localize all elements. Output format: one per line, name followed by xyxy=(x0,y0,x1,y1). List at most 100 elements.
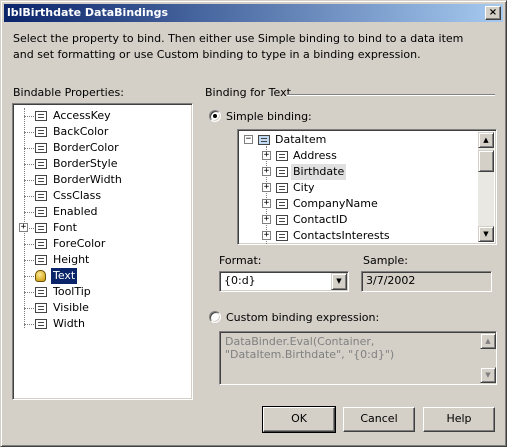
property-icon xyxy=(35,255,47,265)
property-item[interactable]: BorderStyle xyxy=(13,156,188,172)
property-item[interactable]: Height xyxy=(13,252,188,268)
data-field-label: ContactsInterests xyxy=(293,229,390,242)
property-item[interactable]: ForeColor xyxy=(13,236,188,252)
cancel-button[interactable]: Cancel xyxy=(343,407,415,432)
expand-icon[interactable]: + xyxy=(262,215,271,224)
sample-value-box: 3/7/2002 xyxy=(361,271,492,292)
chevron-down-icon[interactable]: ▼ xyxy=(331,273,347,290)
bindable-properties-label: Bindable Properties: xyxy=(13,86,124,99)
tree-scrollbar[interactable]: ▲ ▼ xyxy=(478,132,494,242)
expand-icon[interactable]: + xyxy=(262,183,271,192)
property-item[interactable]: BorderColor xyxy=(13,140,188,156)
ok-button[interactable]: OK xyxy=(262,406,336,433)
expand-icon[interactable]: + xyxy=(262,231,271,240)
data-field-label: CompanyName xyxy=(293,197,378,210)
property-icon xyxy=(35,303,47,313)
property-icon xyxy=(35,223,47,233)
tree-connector xyxy=(24,164,34,165)
property-item[interactable]: Enabled xyxy=(13,204,188,220)
close-button[interactable]: × xyxy=(485,6,501,20)
field-icon xyxy=(276,183,288,193)
binding-group-label: Binding for Text xyxy=(205,86,291,99)
help-button[interactable]: Help xyxy=(423,407,495,432)
format-label: Format: xyxy=(219,254,262,267)
data-field-item[interactable]: + ContactsInterests xyxy=(238,228,476,244)
scroll-up-button[interactable]: ▲ xyxy=(478,132,494,148)
table-icon xyxy=(258,135,270,145)
property-label: Enabled xyxy=(53,205,98,218)
expr-scroll-down-button: ▼ xyxy=(480,367,496,383)
property-label: BorderWidth xyxy=(53,173,122,186)
property-item[interactable]: CssClass xyxy=(13,188,188,204)
custom-binding-radio[interactable] xyxy=(209,311,221,323)
data-field-label: Birthdate xyxy=(291,164,347,180)
custom-expression-field[interactable]: DataBinder.Eval(Container, "DataItem.Bir… xyxy=(219,331,497,385)
expand-icon[interactable]: + xyxy=(262,199,271,208)
tree-connector xyxy=(24,116,34,117)
field-icon xyxy=(276,151,288,161)
property-item[interactable]: BorderWidth xyxy=(13,172,188,188)
field-icon xyxy=(276,199,288,209)
property-label: BorderColor xyxy=(53,141,119,154)
property-item[interactable]: Width xyxy=(13,316,188,332)
expand-icon[interactable]: + xyxy=(262,167,271,176)
property-item[interactable]: BackColor xyxy=(13,124,188,140)
property-icon xyxy=(35,207,47,217)
property-icon xyxy=(35,319,47,329)
custom-binding-label[interactable]: Custom binding expression: xyxy=(226,311,379,324)
tree-connector xyxy=(24,148,34,149)
property-label: Visible xyxy=(53,301,89,314)
data-field-label: ContactID xyxy=(293,213,348,226)
property-icon xyxy=(35,287,47,297)
group-divider xyxy=(287,94,495,96)
scroll-down-button[interactable]: ▼ xyxy=(478,226,494,242)
property-icon xyxy=(35,175,47,185)
field-icon xyxy=(276,167,288,177)
data-field-item[interactable]: + Birthdate xyxy=(238,164,476,180)
property-icon xyxy=(35,143,47,153)
data-tree-root[interactable]: − DataItem xyxy=(238,132,476,148)
property-label: BorderStyle xyxy=(53,157,118,170)
property-item[interactable]: Text xyxy=(13,268,188,284)
property-item[interactable]: AccessKey xyxy=(13,108,188,124)
instructions-text: Select the property to bind. Then either… xyxy=(13,32,464,61)
data-field-label: Address xyxy=(293,149,337,162)
scroll-thumb[interactable] xyxy=(478,150,494,172)
property-label: Width xyxy=(53,317,85,330)
property-icon xyxy=(35,191,47,201)
sample-value: 3/7/2002 xyxy=(366,274,416,287)
title-bar[interactable]: lblBirthdate DataBindings × xyxy=(4,4,503,22)
bindable-properties-tree[interactable]: AccessKey BackColor BorderColor BorderStyle… xyxy=(12,103,193,400)
data-field-item[interactable]: + Address xyxy=(238,148,476,164)
collapse-icon[interactable]: − xyxy=(244,135,253,144)
expand-icon[interactable]: + xyxy=(262,151,271,160)
data-field-item[interactable]: + ContactID xyxy=(238,212,476,228)
property-icon xyxy=(35,111,47,121)
data-field-item[interactable]: + City xyxy=(238,180,476,196)
tree-connector xyxy=(24,308,34,309)
format-value: {0:d} xyxy=(224,274,256,287)
property-icon xyxy=(35,159,47,169)
property-icon xyxy=(35,127,47,137)
bound-property-icon xyxy=(35,270,46,282)
property-icon xyxy=(35,239,47,249)
tree-connector xyxy=(24,292,34,293)
tree-connector xyxy=(24,260,34,261)
property-label: CssClass xyxy=(53,189,102,202)
window-title: lblBirthdate DataBindings xyxy=(7,6,169,19)
tree-connector xyxy=(24,196,34,197)
data-tree-root-label: DataItem xyxy=(275,133,327,146)
data-field-label: City xyxy=(293,181,315,194)
data-item-tree[interactable]: − DataItem + Address + Birthdate + City + Company… xyxy=(237,129,497,245)
property-item[interactable]: + Font xyxy=(13,220,188,236)
property-item[interactable]: ToolTip xyxy=(13,284,188,300)
tree-connector xyxy=(24,276,34,277)
simple-binding-label[interactable]: Simple binding: xyxy=(226,110,312,123)
simple-binding-radio[interactable] xyxy=(209,110,221,122)
property-item[interactable]: Visible xyxy=(13,300,188,316)
format-select[interactable]: {0:d} ▼ xyxy=(219,271,349,292)
expression-scrollbar: ▲ ▼ xyxy=(480,333,496,383)
expand-icon[interactable]: + xyxy=(19,223,28,232)
data-field-item[interactable]: + CompanyName xyxy=(238,196,476,212)
tree-connector xyxy=(24,132,34,133)
